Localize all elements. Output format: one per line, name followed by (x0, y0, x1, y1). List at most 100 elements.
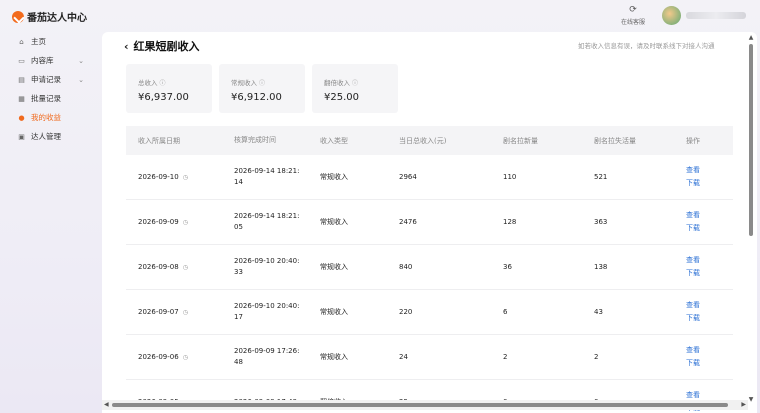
download-link[interactable]: 下载 (686, 357, 733, 370)
header-new-users: 剧名拉新量 (503, 136, 538, 145)
chevron-down-icon[interactable]: ⌄ (78, 57, 84, 65)
row-income: 2964 (399, 173, 417, 181)
avatar[interactable] (662, 6, 681, 25)
row-type: 常规收入 (320, 263, 348, 271)
info-icon[interactable]: ⓘ (259, 80, 265, 87)
clock-icon[interactable]: ◷ (183, 354, 188, 361)
row-date: 2026-09-09 (138, 218, 179, 226)
summary-cards: 总收入 ⓘ ¥6,937.00 常规收入 ⓘ ¥6,912.00 翻倍收入 ⓘ ¥25… (126, 64, 405, 113)
view-link[interactable]: 查看 (686, 299, 733, 312)
main-panel: ‹ 红果短剧收入 如若收入信息有误，请及时联系线下对接人沟通 总收入 ⓘ ¥6,9… (102, 32, 757, 413)
grid-icon: ▦ (18, 94, 25, 103)
sidebar-item-application-records[interactable]: ▤ 申请记录 ⌄ (0, 70, 100, 89)
earnings-table: 收入所属日期 核算完成时间 收入类型 当日总收入(元) 剧名拉新量 剧名拉失活量… (126, 126, 733, 413)
sidebar-item-batch-records[interactable]: ▦ 批量记录 (0, 89, 100, 108)
online-service-button[interactable]: ⟳ 在线客服 (618, 5, 648, 26)
sidebar-item-creator-management[interactable]: ▣ 达人管理 (0, 127, 100, 146)
download-link[interactable]: 下载 (686, 222, 733, 235)
vertical-scroll-thumb[interactable] (749, 44, 753, 236)
row-new: 110 (503, 173, 517, 181)
view-link[interactable]: 查看 (686, 344, 733, 357)
clock-icon[interactable]: ◷ (183, 264, 188, 271)
row-settle-time: 2026-09-10 20:40: (234, 257, 300, 265)
row-income: 840 (399, 263, 413, 271)
row-settle-time: 2026-09-10 20:40: (234, 302, 300, 310)
download-link[interactable]: 下载 (686, 267, 733, 280)
chevron-down-icon[interactable]: ⌄ (78, 76, 84, 84)
table-row: 2026-09-09 ◷ 2026-09-14 18:21: 05 常规收入 247… (126, 200, 733, 245)
table-row: 2026-09-06 ◷ 2026-09-09 17:26: 48 常规收入 24 … (126, 335, 733, 380)
summary-card-regular: 常规收入 ⓘ ¥6,912.00 (219, 64, 305, 113)
row-settle-time: 2026-09-09 17:26: (234, 347, 300, 355)
row-reactivated: 2 (594, 353, 599, 361)
card-value: ¥6,912.00 (231, 92, 282, 103)
card-label: 翻倍收入 ⓘ (324, 79, 359, 87)
clock-icon[interactable]: ◷ (183, 174, 188, 181)
sidebar-item-label: 达人管理 (31, 132, 61, 141)
manage-icon: ▣ (18, 132, 25, 141)
horizontal-scrollbar[interactable]: ◀ ▶ (102, 400, 748, 410)
download-link[interactable]: 下载 (686, 312, 733, 325)
scroll-left-icon[interactable]: ◀ (104, 401, 109, 408)
card-value: ¥25.00 (324, 92, 359, 103)
sidebar: ⌂ 主页 ▭ 内容库 ⌄ ▤ 申请记录 ⌄ ▦ 批量记录 ● 我的收益 ▣ 达人… (0, 32, 100, 146)
row-reactivated: 363 (594, 218, 608, 226)
row-income: 2476 (399, 218, 417, 226)
table-row: 2026-09-07 ◷ 2026-09-10 20:40: 17 常规收入 220… (126, 290, 733, 335)
view-link[interactable]: 查看 (686, 164, 733, 177)
row-date: 2026-09-07 (138, 308, 179, 316)
row-income: 24 (399, 353, 408, 361)
header-reactivated: 剧名拉失活量 (594, 136, 636, 145)
clock-icon[interactable]: ◷ (183, 309, 188, 316)
scroll-up-icon[interactable]: ▲ (748, 34, 754, 41)
app-logo[interactable]: 番茄达人中心 (12, 9, 87, 24)
row-new: 6 (503, 308, 508, 316)
sidebar-item-label: 批量记录 (31, 94, 61, 103)
scroll-right-icon[interactable]: ▶ (741, 401, 746, 408)
back-icon[interactable]: ‹ (124, 40, 129, 53)
row-date: 2026-09-08 (138, 263, 179, 271)
library-icon: ▭ (18, 56, 25, 65)
app-name: 番茄达人中心 (27, 13, 87, 24)
header-income-type: 收入类型 (320, 136, 348, 145)
info-icon[interactable]: ⓘ (160, 80, 166, 87)
row-reactivated: 521 (594, 173, 608, 181)
sidebar-item-content-library[interactable]: ▭ 内容库 ⌄ (0, 51, 100, 70)
clock-icon[interactable]: ◷ (183, 219, 188, 226)
headset-icon: ⟳ (629, 5, 637, 15)
coin-icon: ● (18, 113, 25, 122)
sidebar-item-my-earnings[interactable]: ● 我的收益 (0, 108, 100, 127)
table-row: 2026-09-10 ◷ 2026-09-14 18:21: 14 常规收入 296… (126, 155, 733, 200)
username-blurred[interactable] (686, 12, 746, 19)
header-daily-income: 当日总收入(元) (399, 136, 447, 145)
row-settle-time: 2026-09-14 18:21: (234, 167, 300, 175)
horizontal-scroll-thumb[interactable] (112, 403, 728, 407)
row-new: 36 (503, 263, 512, 271)
table-header: 收入所属日期 核算完成时间 收入类型 当日总收入(元) 剧名拉新量 剧名拉失活量… (126, 126, 733, 155)
row-reactivated: 43 (594, 308, 603, 316)
download-link[interactable]: 下载 (686, 177, 733, 190)
view-link[interactable]: 查看 (686, 254, 733, 267)
sidebar-item-home[interactable]: ⌂ 主页 (0, 32, 100, 51)
header-settle-time: 核算完成时间 (234, 136, 276, 144)
scroll-down-icon[interactable]: ▼ (748, 396, 754, 403)
page-title: 红果短剧收入 (133, 40, 200, 53)
row-new: 2 (503, 353, 508, 361)
row-type: 常规收入 (320, 173, 348, 181)
card-label: 常规收入 ⓘ (231, 79, 266, 87)
notice-text: 如若收入信息有误，请及时联系线下对接人沟通 (578, 42, 715, 50)
view-link[interactable]: 查看 (686, 209, 733, 222)
row-date: 2026-09-06 (138, 353, 179, 361)
row-date: 2026-09-10 (138, 173, 179, 181)
summary-card-double: 翻倍收入 ⓘ ¥25.00 (312, 64, 398, 113)
online-service-label: 在线客服 (620, 19, 645, 26)
sidebar-item-label: 我的收益 (31, 113, 61, 122)
record-icon: ▤ (18, 75, 25, 84)
home-icon: ⌂ (19, 37, 24, 46)
row-income: 220 (399, 308, 413, 316)
summary-card-total: 总收入 ⓘ ¥6,937.00 (126, 64, 212, 113)
info-icon[interactable]: ⓘ (352, 80, 358, 87)
card-label: 总收入 ⓘ (138, 79, 166, 87)
sidebar-item-label: 内容库 (31, 56, 54, 65)
table-row: 2026-09-08 ◷ 2026-09-10 20:40: 33 常规收入 840… (126, 245, 733, 290)
